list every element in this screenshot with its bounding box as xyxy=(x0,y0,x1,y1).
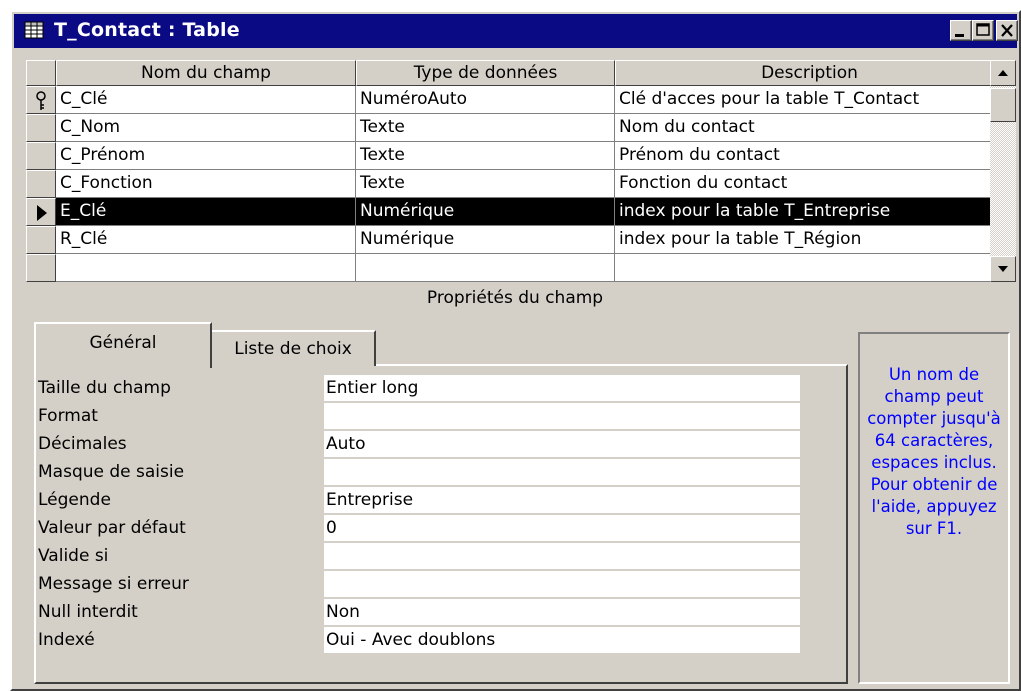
property-label: Masque de saisie xyxy=(38,462,185,482)
table-row-selected[interactable]: E_Clé Numérique index pour la table T_En… xyxy=(26,198,1004,226)
current-row-arrow-icon xyxy=(37,205,47,221)
field-properties-title: Propriétés du champ xyxy=(426,288,604,308)
corner-header[interactable] xyxy=(26,60,56,86)
vertical-scrollbar[interactable] xyxy=(990,60,1016,282)
property-value-input[interactable]: 0 xyxy=(324,515,800,541)
description-cell[interactable]: index pour la table T_Entreprise xyxy=(615,198,1004,226)
field-name-cell[interactable]: C_Prénom xyxy=(56,142,356,170)
property-value-input[interactable] xyxy=(324,543,800,569)
table-row[interactable]: C_Prénom Texte Prénom du contact xyxy=(26,142,1004,170)
property-value-input[interactable] xyxy=(324,571,800,597)
scroll-down-arrow-icon xyxy=(998,266,1008,272)
table-row[interactable] xyxy=(26,254,1004,282)
property-value-input[interactable]: Entier long xyxy=(324,375,800,401)
row-selector[interactable] xyxy=(26,142,56,170)
data-type-cell[interactable]: Texte xyxy=(356,114,615,142)
data-type-cell[interactable]: Numérique xyxy=(356,226,615,254)
scroll-down-button[interactable] xyxy=(990,256,1016,282)
column-header-description[interactable]: Description xyxy=(615,60,1004,86)
help-text: Un nom de champ peut compter jusqu'à 64 … xyxy=(867,365,1001,538)
field-name-cell[interactable]: C_Nom xyxy=(56,114,356,142)
description-cell[interactable]: Clé d'acces pour la table T_Contact xyxy=(615,86,1004,114)
title-bar[interactable]: T_Contact : Table xyxy=(14,14,1018,48)
property-value-input[interactable] xyxy=(324,403,800,429)
description-cell[interactable]: Prénom du contact xyxy=(615,142,1004,170)
minimize-icon xyxy=(955,34,964,37)
property-label: Taille du champ xyxy=(38,378,171,398)
property-row: Taille du champ Entier long xyxy=(34,374,814,402)
property-row: Valeur par défaut 0 xyxy=(34,514,814,542)
row-selector[interactable] xyxy=(26,170,56,198)
close-button[interactable] xyxy=(996,20,1018,41)
row-selector[interactable] xyxy=(26,226,56,254)
data-type-cell[interactable] xyxy=(356,254,615,282)
property-row: Null interdit Non xyxy=(34,598,814,626)
property-row: Indexé Oui - Avec doublons xyxy=(34,626,814,654)
property-label: Valeur par défaut xyxy=(38,518,186,538)
close-icon xyxy=(1001,24,1013,37)
property-label: Indexé xyxy=(38,630,95,650)
help-box: Un nom de champ peut compter jusqu'à 64 … xyxy=(858,332,1010,684)
property-label: Null interdit xyxy=(38,602,138,622)
table-row[interactable]: C_Clé NuméroAuto Clé d'acces pour la tab… xyxy=(26,86,1004,114)
maximize-button[interactable] xyxy=(972,20,994,41)
description-cell[interactable]: index pour la table T_Région xyxy=(615,226,1004,254)
field-name-cell[interactable]: R_Clé xyxy=(56,226,356,254)
key-icon xyxy=(36,91,46,110)
row-selector[interactable] xyxy=(26,114,56,142)
property-value-input[interactable]: Oui - Avec doublons xyxy=(324,627,800,653)
property-label: Format xyxy=(38,406,98,426)
window-title: T_Contact : Table xyxy=(54,19,240,41)
field-name-cell[interactable]: E_Clé xyxy=(56,198,356,226)
property-row: Décimales Auto xyxy=(34,430,814,458)
maximize-icon xyxy=(976,23,990,36)
field-name-cell[interactable]: C_Clé xyxy=(56,86,356,114)
property-label: Décimales xyxy=(38,434,127,454)
property-row: Format xyxy=(34,402,814,430)
data-type-cell[interactable]: Numérique xyxy=(356,198,615,226)
scroll-up-button[interactable] xyxy=(990,60,1016,86)
property-row: Message si erreur xyxy=(34,570,814,598)
property-value-input[interactable]: Entreprise xyxy=(324,487,800,513)
field-name-cell[interactable]: C_Fonction xyxy=(56,170,356,198)
column-header-field-name[interactable]: Nom du champ xyxy=(56,60,356,86)
property-label: Légende xyxy=(38,490,111,510)
table-row[interactable]: R_Clé Numérique index pour la table T_Ré… xyxy=(26,226,1004,254)
property-value-input[interactable]: Non xyxy=(324,599,800,625)
table-row[interactable]: C_Nom Texte Nom du contact xyxy=(26,114,1004,142)
row-selector[interactable] xyxy=(26,86,56,114)
property-row: Masque de saisie xyxy=(34,458,814,486)
property-value-input[interactable] xyxy=(324,459,800,485)
tab-general[interactable]: Général xyxy=(34,322,212,368)
table-icon xyxy=(24,21,44,39)
column-header-data-type[interactable]: Type de données xyxy=(356,60,615,86)
description-cell[interactable]: Fonction du contact xyxy=(615,170,1004,198)
tab-liste-de-choix[interactable]: Liste de choix xyxy=(210,330,376,366)
field-grid: Nom du champ Type de données Description… xyxy=(26,60,1004,282)
table-row[interactable]: C_Fonction Texte Fonction du contact xyxy=(26,170,1004,198)
row-selector[interactable] xyxy=(26,254,56,282)
property-row: Légende Entreprise xyxy=(34,486,814,514)
property-label: Message si erreur xyxy=(38,574,189,594)
data-type-cell[interactable]: Texte xyxy=(356,170,615,198)
table-design-window: T_Contact : Table Nom du champ Type de d… xyxy=(10,10,1021,691)
minimize-button[interactable] xyxy=(950,20,972,41)
field-name-cell[interactable] xyxy=(56,254,356,282)
description-cell[interactable]: Nom du contact xyxy=(615,114,1004,142)
scroll-up-arrow-icon xyxy=(998,70,1008,76)
property-row: Valide si xyxy=(34,542,814,570)
data-type-cell[interactable]: Texte xyxy=(356,142,615,170)
row-selector[interactable] xyxy=(26,198,56,226)
property-value-input[interactable]: Auto xyxy=(324,431,800,457)
data-type-cell[interactable]: NuméroAuto xyxy=(356,86,615,114)
scrollbar-thumb[interactable] xyxy=(990,88,1016,122)
property-label: Valide si xyxy=(38,546,109,566)
description-cell[interactable] xyxy=(615,254,1004,282)
